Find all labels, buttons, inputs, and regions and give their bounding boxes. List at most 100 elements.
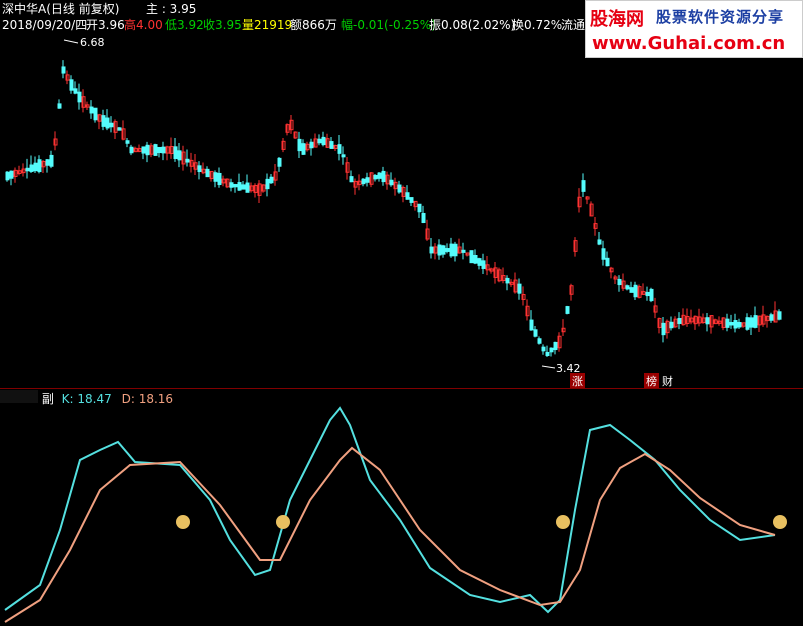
candle-body xyxy=(461,249,466,253)
candle-body xyxy=(649,288,654,302)
candle-body xyxy=(745,317,750,330)
candle-body xyxy=(469,250,474,264)
candle-body xyxy=(141,146,146,154)
candle-body xyxy=(381,170,386,183)
candle-body xyxy=(197,165,202,173)
candle-body xyxy=(33,162,38,172)
panel-divider xyxy=(0,388,803,389)
candle-body xyxy=(61,66,66,74)
candlestick-chart[interactable] xyxy=(0,0,803,388)
candle-body xyxy=(117,127,122,131)
candle-body xyxy=(705,317,710,325)
candle-body xyxy=(437,244,442,256)
candle-body xyxy=(753,315,758,328)
candle-body xyxy=(265,178,270,190)
candle-body xyxy=(229,182,234,188)
candle-body xyxy=(5,171,10,181)
candle-body xyxy=(57,103,62,109)
candle-body xyxy=(49,154,54,167)
candle-body xyxy=(737,322,742,328)
candle-body xyxy=(89,106,94,114)
candle-body xyxy=(77,91,82,103)
candle-body xyxy=(549,347,554,353)
candle-body xyxy=(129,146,134,154)
candle-body xyxy=(241,184,246,190)
signal-marker xyxy=(556,515,570,529)
candle-body xyxy=(109,122,114,128)
candle-body xyxy=(157,146,162,154)
candle-body xyxy=(441,245,446,255)
badge-cai[interactable]: 财 xyxy=(660,373,675,389)
candle-body xyxy=(185,158,190,163)
candle-body xyxy=(661,322,666,336)
signal-marker xyxy=(276,515,290,529)
candle-body xyxy=(153,144,158,156)
candle-body xyxy=(629,287,634,293)
candle-body xyxy=(93,107,98,121)
badge-zhang[interactable]: 涨 xyxy=(570,373,585,389)
candle-body xyxy=(669,321,674,329)
candle-body xyxy=(73,88,78,94)
candle-body xyxy=(389,179,394,186)
candle-body xyxy=(449,243,454,257)
candle-body xyxy=(25,167,30,172)
candle-body xyxy=(529,319,534,331)
candle-body xyxy=(541,346,546,352)
badge-bang[interactable]: 榜 xyxy=(644,373,659,389)
candle-body xyxy=(317,138,322,144)
candle-body xyxy=(597,239,602,245)
candle-body xyxy=(417,203,422,213)
candle-body xyxy=(377,172,382,179)
candle-body xyxy=(517,283,522,294)
candle-body xyxy=(177,150,182,161)
candle-body xyxy=(301,143,306,155)
candle-body xyxy=(341,154,346,158)
stock-chart-window: 深中华A(日线 前复权) 主 : 3.95 2018/09/20/四 开3.96… xyxy=(0,0,803,626)
candle-body xyxy=(373,174,378,180)
candle-body xyxy=(453,243,458,257)
candle-body xyxy=(145,144,150,156)
candle-body xyxy=(245,182,250,193)
candle-body xyxy=(473,255,478,264)
candle-body xyxy=(205,168,210,178)
candle-body xyxy=(553,341,558,351)
kd-indicator-chart[interactable] xyxy=(0,390,803,626)
candle-body xyxy=(625,285,630,290)
candle-body xyxy=(309,141,314,149)
candle-body xyxy=(477,258,482,266)
candle-body xyxy=(617,278,622,286)
candle-body xyxy=(277,157,282,167)
candle-body xyxy=(533,329,538,337)
candle-body xyxy=(329,141,334,149)
candle-body xyxy=(161,146,166,154)
candle-body xyxy=(421,212,426,224)
candle-body xyxy=(537,338,542,344)
high-marker-pointer xyxy=(63,39,79,44)
candle-body xyxy=(217,172,222,186)
candle-body xyxy=(481,260,486,269)
candle-body xyxy=(505,277,510,284)
candle-body xyxy=(769,314,774,321)
candle-body xyxy=(105,117,110,129)
candle-body xyxy=(361,178,366,185)
signal-marker xyxy=(176,515,190,529)
high-marker-label: 6.68 xyxy=(80,36,105,49)
d-line xyxy=(4,446,776,623)
candle-body xyxy=(101,115,106,127)
candle-body xyxy=(445,248,450,252)
candle-body xyxy=(69,79,74,91)
candle-body xyxy=(677,318,682,324)
signal-marker xyxy=(773,515,787,529)
candle-body xyxy=(45,159,50,166)
candle-body xyxy=(213,172,218,182)
candle-body xyxy=(125,140,130,144)
low-marker-pointer xyxy=(541,365,556,369)
candle-body xyxy=(321,136,326,146)
candle-body xyxy=(233,184,238,188)
candle-body xyxy=(269,176,274,184)
candle-body xyxy=(581,180,586,192)
k-line xyxy=(4,406,776,614)
candle-body xyxy=(29,164,34,172)
candle-body xyxy=(365,177,370,183)
candle-body xyxy=(37,159,42,173)
